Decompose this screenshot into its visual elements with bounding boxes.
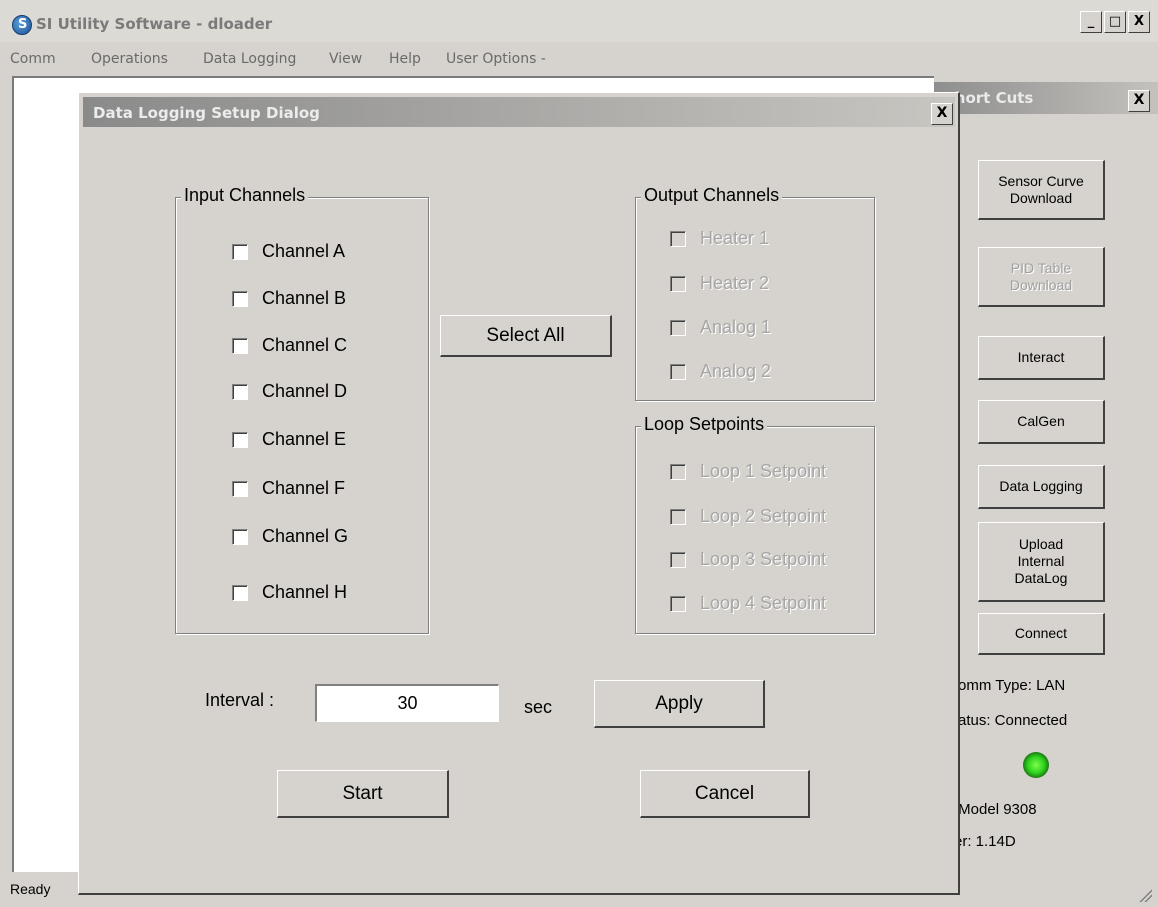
data-logging-setup-dialog: Data Logging Setup Dialog X Input Channe… [78,92,960,895]
dialog-close-button[interactable]: X [931,103,953,125]
checkbox-box[interactable] [232,243,248,260]
dialog-title-bar: Data Logging Setup Dialog X [83,97,955,127]
interval-label: Interval : [205,690,275,710]
checkbox-label: Channel A [262,241,346,261]
calgen-button[interactable]: CalGen [978,400,1105,444]
checkbox-label: Channel D [262,381,348,401]
checkbox-label: Channel H [262,582,348,602]
checkbox-label: Channel C [262,335,348,355]
input-channels-group: Input Channels Channel A Channel B Chann… [175,185,429,634]
sensor-curve-download-button[interactable]: Sensor Curve Download [978,160,1105,220]
checkbox-label: Loop 4 Setpoint [700,593,827,613]
minimize-button[interactable]: _ [1080,11,1102,33]
interact-button[interactable]: Interact [978,336,1105,380]
checkbox-label: Channel G [262,526,349,546]
channel-h-checkbox[interactable]: Channel H [232,582,347,603]
checkbox-label: Analog 2 [700,361,772,381]
channel-f-checkbox[interactable]: Channel F [232,478,345,499]
connection-status-label: atus: Connected [958,712,1068,729]
checkbox-label: Channel B [262,288,347,308]
input-channels-legend: Input Channels [181,185,309,206]
menu-operations[interactable]: Operations [91,51,168,67]
connection-led-icon [1023,752,1049,778]
comm-type-label: omm Type: LAN [958,677,1066,694]
connect-button[interactable]: Connect [978,613,1105,655]
checkbox-label: Analog 1 [700,317,772,337]
checkbox-box[interactable] [670,363,686,380]
checkbox-box[interactable] [232,337,248,354]
shortcuts-panel: Short Cuts X Sensor Curve Download PID T… [934,76,1158,872]
pid-table-download-button[interactable]: PID Table Download [978,247,1105,307]
menu-help[interactable]: Help [389,51,421,67]
dialog-title: Data Logging Setup Dialog [93,104,320,122]
loop-setpoints-group: Loop Setpoints Loop 1 Setpoint Loop 2 Se… [635,414,875,634]
channel-g-checkbox[interactable]: Channel G [232,526,348,547]
checkbox-box[interactable] [670,463,686,480]
loop-3-setpoint-checkbox[interactable]: Loop 3 Setpoint [670,549,826,570]
maximize-button[interactable]: □ [1104,11,1126,33]
checkbox-box[interactable] [232,383,248,400]
model-label: ,Model 9308 [954,801,1037,818]
data-logging-button[interactable]: Data Logging [978,465,1105,509]
title-bar: SI Utility Software - dloader _ □ X [0,0,1158,42]
checkbox-label: Channel F [262,478,346,498]
checkbox-box[interactable] [232,290,248,307]
upload-internal-datalog-button[interactable]: Upload Internal DataLog [978,522,1105,602]
checkbox-box[interactable] [670,319,686,336]
status-text: Ready [10,881,51,897]
checkbox-box[interactable] [670,230,686,247]
analog-1-checkbox[interactable]: Analog 1 [670,317,771,338]
select-all-button[interactable]: Select All [440,315,612,357]
app-logo-icon [12,15,32,35]
checkbox-label: Heater 2 [700,273,770,293]
checkbox-box[interactable] [232,431,248,448]
close-button[interactable]: X [1128,11,1150,33]
loop-1-setpoint-checkbox[interactable]: Loop 1 Setpoint [670,461,826,482]
channel-d-checkbox[interactable]: Channel D [232,381,347,402]
menu-view[interactable]: View [329,51,362,67]
menu-comm[interactable]: Comm [10,51,56,67]
channel-a-checkbox[interactable]: Channel A [232,241,345,262]
version-label: er: 1.14D [954,833,1016,850]
menu-data-logging[interactable]: Data Logging [203,51,296,67]
window-title: SI Utility Software - dloader [36,15,273,33]
interval-unit-label: sec [524,697,553,717]
checkbox-label: Loop 2 Setpoint [700,506,827,526]
cancel-button[interactable]: Cancel [640,770,810,818]
checkbox-box[interactable] [232,528,248,545]
checkbox-label: Channel E [262,429,347,449]
menu-user-options[interactable]: User Options - [446,51,546,67]
start-button[interactable]: Start [277,770,449,818]
checkbox-label: Heater 1 [700,228,770,248]
checkbox-label: Loop 3 Setpoint [700,549,827,569]
heater-2-checkbox[interactable]: Heater 2 [670,273,769,294]
channel-b-checkbox[interactable]: Channel B [232,288,346,309]
output-channels-legend: Output Channels [641,185,783,206]
loop-setpoints-legend: Loop Setpoints [641,414,768,435]
channel-c-checkbox[interactable]: Channel C [232,335,347,356]
output-channels-group: Output Channels Heater 1 Heater 2 Analog… [635,185,875,401]
shortcuts-header: Short Cuts X [934,82,1158,114]
checkbox-box[interactable] [670,508,686,525]
loop-2-setpoint-checkbox[interactable]: Loop 2 Setpoint [670,506,826,527]
shortcuts-close-button[interactable]: X [1128,90,1150,112]
checkbox-box[interactable] [670,595,686,612]
channel-e-checkbox[interactable]: Channel E [232,429,346,450]
loop-4-setpoint-checkbox[interactable]: Loop 4 Setpoint [670,593,826,614]
resize-grip-icon[interactable] [1138,888,1152,902]
checkbox-box[interactable] [232,584,248,601]
checkbox-box[interactable] [670,551,686,568]
menu-bar: Comm Operations Data Logging View Help U… [0,42,1158,76]
checkbox-box[interactable] [670,275,686,292]
apply-button[interactable]: Apply [594,680,765,728]
heater-1-checkbox[interactable]: Heater 1 [670,228,769,249]
checkbox-box[interactable] [232,480,248,497]
checkbox-label: Loop 1 Setpoint [700,461,827,481]
interval-input[interactable] [315,684,499,722]
analog-2-checkbox[interactable]: Analog 2 [670,361,771,382]
